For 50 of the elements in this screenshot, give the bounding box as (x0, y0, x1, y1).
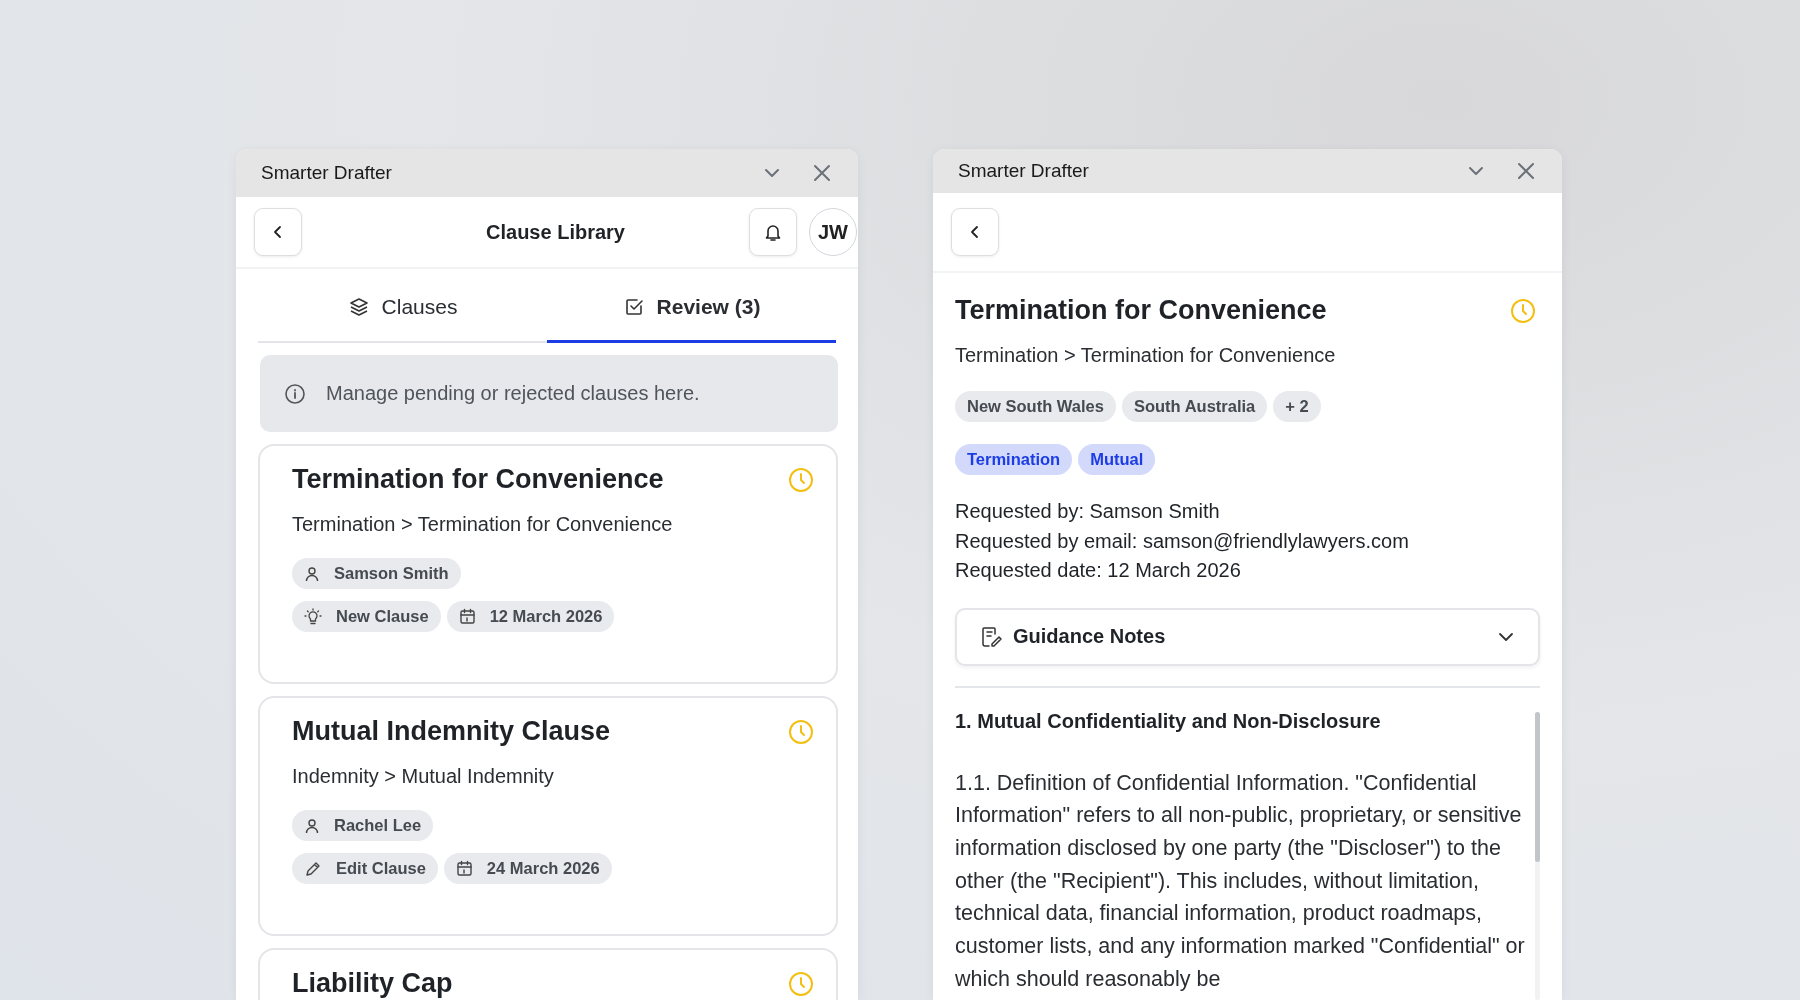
tag-chip: Mutual (1078, 444, 1156, 475)
jurisdiction-chip: New South Wales (955, 391, 1116, 422)
close-icon[interactable] (812, 163, 832, 183)
user-avatar[interactable]: JW (809, 208, 857, 256)
page-title: Clause Library (485, 220, 626, 244)
clause-heading: 1. Mutual Confidentiality and Non-Disclosure (955, 709, 1382, 733)
notes-icon (979, 624, 1003, 649)
calendar-icon (458, 608, 476, 625)
clock-icon (788, 718, 814, 745)
clock-icon (788, 970, 814, 997)
clause-title: Termination for Convenience (955, 295, 1327, 326)
scrollbar-thumb[interactable] (1535, 711, 1540, 862)
tab[interactable]: Clauses (258, 285, 547, 343)
clause-title: Liability Cap (292, 968, 453, 999)
date-chip: 12 March 2026 (446, 601, 615, 632)
change-type-chip: New Clause (292, 601, 441, 632)
layers-icon (347, 296, 370, 318)
clause-card[interactable]: Liability Cap (258, 948, 838, 1000)
clause-paragraph: 1.1. Definition of Confidential Information. "Confidential Information" refers to all non-public, proprietary, or sensitive information disclosed by one party (the "Discloser") to the other (the "Recipient"). This includes, without limitation, technical data, financial information, product roadmaps, customer lists, and any information marked "Confidential" or which should reasonably be (955, 769, 1526, 993)
request-detail: Requested by: Samson Smith (955, 499, 1221, 524)
info-icon (284, 382, 306, 405)
tag-chip: Termination (955, 444, 1073, 475)
clause-breadcrumb: Indemnity > Mutual Indemnity (292, 765, 555, 788)
person-icon (304, 565, 320, 582)
jurisdiction-chip: + 2 (1273, 391, 1321, 422)
request-detail: Requested by email: samson@friendlylawyers.com (955, 528, 1410, 554)
requester-chip: Samson Smith (292, 558, 461, 589)
request-detail: Requested date: 12 March 2026 (955, 558, 1242, 583)
jurisdiction-chip: South Australia (1121, 391, 1268, 422)
clock-icon (788, 466, 814, 493)
date-chip: 24 March 2026 (443, 853, 612, 884)
tab[interactable]: Review (3) (547, 285, 836, 343)
window-title: Smarter Drafter (958, 160, 1090, 182)
calendar-icon (455, 860, 473, 877)
clause-card[interactable]: Termination for Convenience Termination > Termination for Convenience Samson Smith New Clause 12 March 2026 (258, 444, 838, 684)
change-type-chip: Edit Clause (292, 853, 438, 884)
clause-breadcrumb: Termination > Termination for Convenience (955, 344, 1337, 367)
requester-chip: Rachel Lee (292, 810, 434, 841)
close-icon[interactable] (1516, 161, 1536, 181)
clause-card[interactable]: Mutual Indemnity Clause Indemnity > Mutual Indemnity Rachel Lee Edit Clause 24 March 2026 (258, 696, 838, 936)
window-title: Smarter Drafter (261, 162, 393, 184)
notifications-button[interactable] (749, 208, 797, 256)
info-text: Manage pending or rejected clauses here. (326, 382, 700, 405)
clause-title: Mutual Indemnity Clause (292, 716, 611, 747)
person-icon (304, 817, 320, 834)
guidance-notes-dropdown[interactable]: Guidance Notes (955, 607, 1540, 666)
clause-breadcrumb: Termination > Termination for Convenience (292, 513, 674, 536)
lightbulb-icon (304, 607, 322, 626)
clock-icon (1510, 297, 1536, 324)
clause-title: Termination for Convenience (292, 464, 664, 495)
